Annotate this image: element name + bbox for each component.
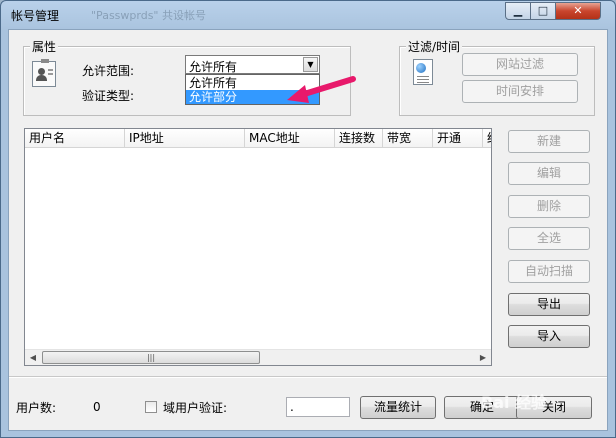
- column-ip[interactable]: IP地址: [125, 129, 245, 147]
- scope-dropdown-list: 允许所有 允许部分: [185, 74, 320, 105]
- schedule-button[interactable]: 时间安排: [462, 80, 578, 103]
- user-count-value: 0: [93, 400, 101, 414]
- auth-type-label: 验证类型:: [82, 89, 135, 103]
- edit-button[interactable]: 编辑: [508, 162, 590, 185]
- footer-divider: [9, 376, 607, 378]
- properties-group-label: 属性: [30, 38, 59, 55]
- column-connections[interactable]: 连接数: [335, 129, 383, 147]
- scroll-left-icon[interactable]: ◀: [25, 350, 41, 365]
- users-table[interactable]: 用户名 IP地址 MAC地址 连接数 带宽 开通 结 ◀ ||| ▶: [24, 128, 492, 366]
- scroll-right-icon[interactable]: ▶: [475, 350, 491, 365]
- delete-button[interactable]: 删除: [508, 195, 590, 218]
- filter-time-group-label: 过滤/时间: [406, 38, 463, 55]
- scope-combobox[interactable]: 允许所有 ▼: [185, 55, 320, 74]
- user-count-label: 用户数:: [16, 401, 57, 415]
- scope-combobox-value: 允许所有: [189, 60, 238, 74]
- export-button[interactable]: 导出: [508, 293, 590, 316]
- column-username[interactable]: 用户名: [25, 129, 125, 147]
- site-filter-button[interactable]: 网站过滤: [462, 53, 578, 76]
- chevron-down-icon[interactable]: ▼: [303, 57, 318, 72]
- traffic-stats-button[interactable]: 流量统计: [360, 396, 436, 419]
- minimize-button[interactable]: ▁: [505, 2, 531, 20]
- auto-scan-button[interactable]: 自动扫描: [508, 260, 590, 283]
- horizontal-scrollbar[interactable]: ◀ ||| ▶: [25, 349, 491, 365]
- select-all-button[interactable]: 全选: [508, 227, 590, 250]
- column-end[interactable]: 结: [483, 129, 491, 147]
- account-management-window: 帐号管理 "Passwprds" 共设帐号 ▁ □ ✕ 属性 允许范围: 验证类…: [0, 0, 616, 438]
- column-enabled[interactable]: 开通: [433, 129, 483, 147]
- domain-auth-checkbox[interactable]: [145, 401, 157, 413]
- domain-auth-label: 域用户验证:: [163, 401, 228, 415]
- import-button[interactable]: 导入: [508, 325, 590, 348]
- document-globe-icon: [413, 59, 433, 85]
- domain-auth-field[interactable]: .: [286, 397, 350, 417]
- watermark: Bai 经验: [481, 393, 548, 412]
- close-window-button[interactable]: ✕: [555, 2, 601, 20]
- background-ghost-text: "Passwprds" 共设帐号: [91, 9, 206, 22]
- column-mac[interactable]: MAC地址: [245, 129, 335, 147]
- scope-option-allow-partial[interactable]: 允许部分: [186, 90, 319, 104]
- scope-option-allow-all[interactable]: 允许所有: [186, 76, 319, 90]
- scope-label: 允许范围:: [82, 64, 135, 78]
- maximize-button[interactable]: □: [530, 2, 556, 20]
- dialog-body: 属性 允许范围: 验证类型: 允许所有 ▼ 允许所有 允许部分 过滤/时间 网站…: [8, 29, 608, 431]
- scrollbar-thumb[interactable]: |||: [42, 351, 260, 364]
- user-badge-icon: [32, 59, 56, 87]
- window-title: 帐号管理: [11, 9, 60, 23]
- title-bar[interactable]: 帐号管理 "Passwprds" 共设帐号 ▁ □ ✕: [1, 1, 615, 29]
- new-button[interactable]: 新建: [508, 130, 590, 153]
- table-header: 用户名 IP地址 MAC地址 连接数 带宽 开通 结: [25, 129, 491, 148]
- column-bandwidth[interactable]: 带宽: [383, 129, 433, 147]
